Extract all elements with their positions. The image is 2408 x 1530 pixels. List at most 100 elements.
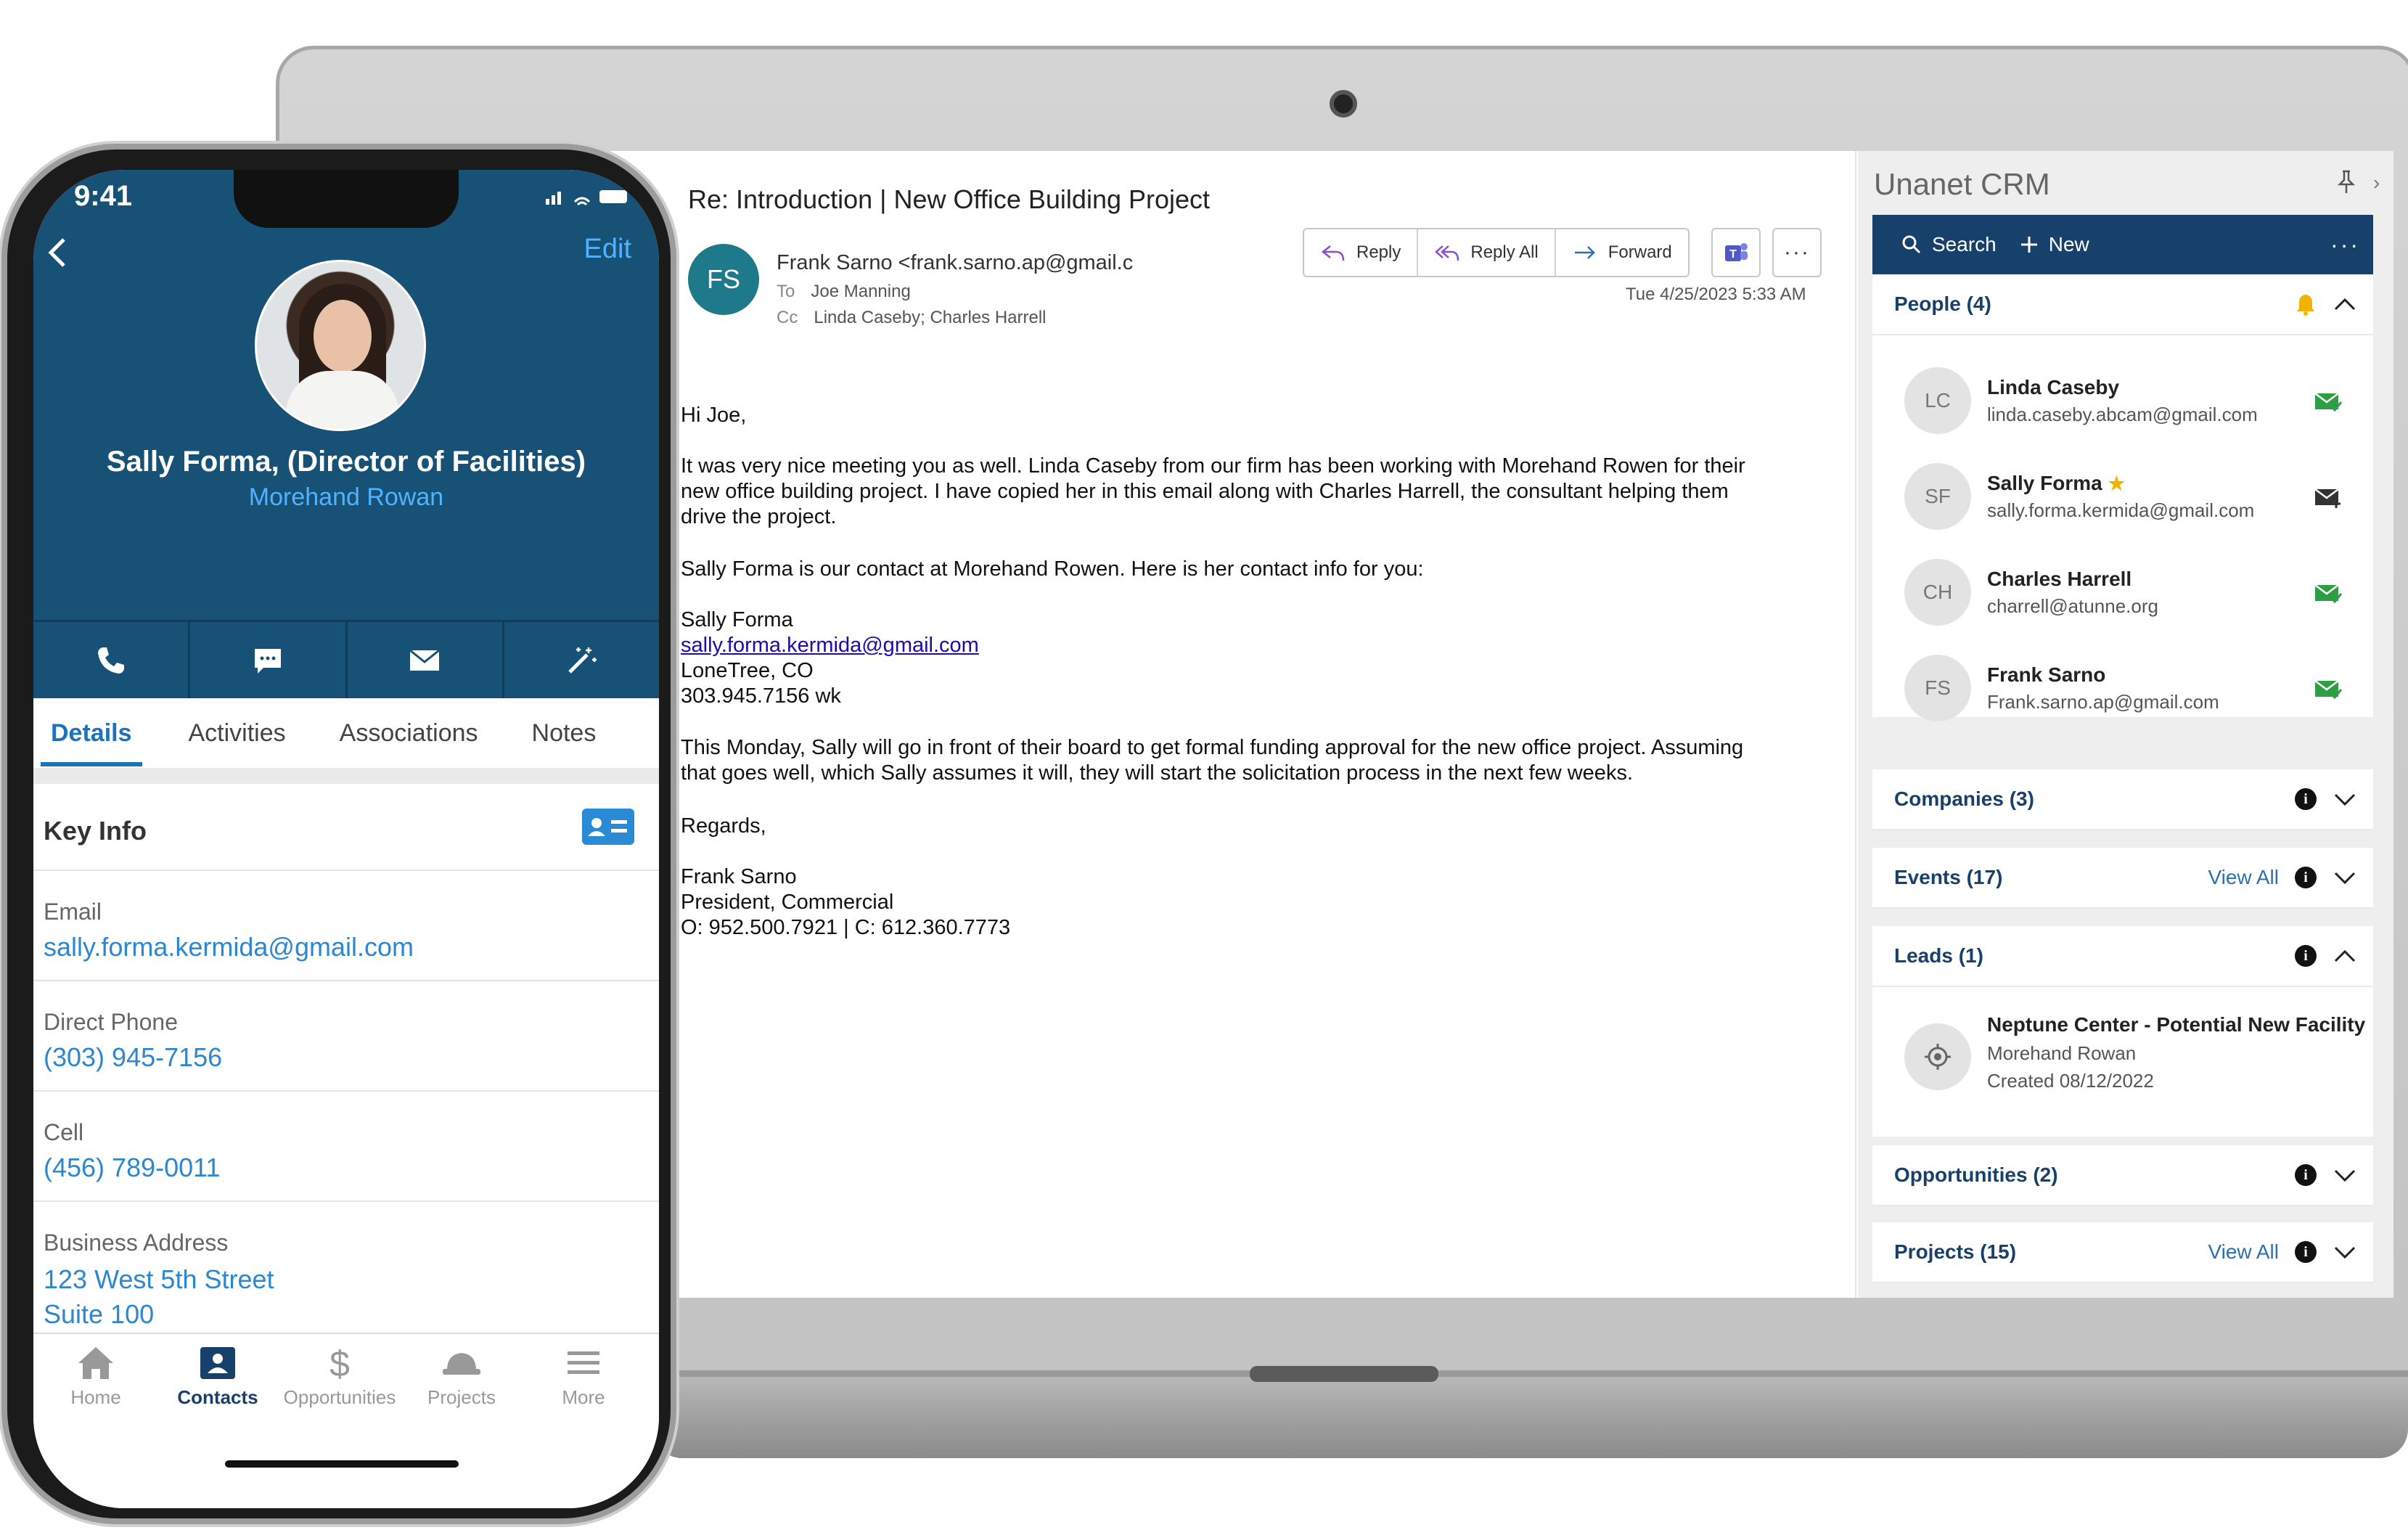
magic-wand-icon: [568, 647, 597, 674]
crm-panel: Unanet CRM › Search New ··· People (4) L…: [1858, 151, 2393, 1298]
direct-phone-value[interactable]: (303) 945-7156: [44, 1042, 222, 1073]
cell-value[interactable]: (456) 789-0011: [44, 1153, 221, 1183]
more-actions-button[interactable]: ···: [1772, 228, 1822, 277]
cc-label: Cc: [777, 308, 798, 327]
person-email: charrell@atunne.org: [1987, 595, 2158, 617]
companies-header[interactable]: Companies (3) i: [1872, 769, 2373, 830]
info-icon[interactable]: i: [2295, 1241, 2317, 1263]
person-row[interactable]: SF Sally Forma ★ sally.forma.kermida@gmai…: [1872, 446, 2373, 541]
email-sender[interactable]: Frank Sarno <frank.sarno.ap@gmail.c: [777, 251, 1154, 275]
call-button[interactable]: [33, 622, 191, 698]
tabbar-opportunities[interactable]: $ Opportunities: [279, 1344, 401, 1409]
business-address-line1[interactable]: 123 West 5th Street: [44, 1264, 274, 1295]
star-icon: ★: [2108, 472, 2126, 494]
chevron-down-icon[interactable]: [2333, 1244, 2357, 1260]
crm-more-icon[interactable]: ···: [2330, 232, 2360, 258]
chevron-up-icon[interactable]: [2333, 948, 2357, 964]
business-address-line2[interactable]: Suite 100: [44, 1299, 154, 1330]
lead-row[interactable]: Neptune Center - Potential New Facility …: [1872, 987, 2373, 1132]
chevron-down-icon[interactable]: [2333, 791, 2357, 807]
info-icon[interactable]: i: [2295, 945, 2317, 967]
svg-text:T: T: [1729, 248, 1737, 261]
message-button[interactable]: [190, 622, 348, 698]
avatar: CH: [1904, 559, 1971, 626]
email-button[interactable]: [348, 622, 504, 698]
person-row[interactable]: LC Linda Caseby linda.caseby.abcam@gmail…: [1872, 350, 2373, 446]
person-row[interactable]: CH Charles Harrell charrell@atunne.org: [1872, 541, 2373, 637]
email-body-line: that goes well, which Sally assumes it w…: [681, 761, 1633, 785]
tab-associations[interactable]: Associations: [329, 719, 488, 748]
crm-search-button[interactable]: Search: [1901, 233, 1997, 256]
lead-company: Morehand Rowan: [1987, 1042, 2137, 1064]
back-chevron-icon[interactable]: [46, 235, 68, 270]
cc-recipients[interactable]: Linda Caseby; Charles Harrell: [814, 308, 1046, 327]
opportunities-header[interactable]: Opportunities (2) i: [1872, 1145, 2373, 1206]
email-add-icon[interactable]: [2314, 486, 2343, 508]
tabbar-contacts[interactable]: Contacts: [157, 1344, 279, 1409]
collapse-panel-icon[interactable]: ›: [2373, 171, 2380, 195]
chevron-up-icon[interactable]: [2333, 296, 2357, 312]
email-body-line: This Monday, Sally will go in front of t…: [681, 736, 1744, 759]
tab-details[interactable]: Details: [41, 719, 142, 766]
tabbar-label: Opportunities: [283, 1386, 396, 1408]
avatar: LC: [1904, 367, 1971, 434]
info-icon[interactable]: i: [2295, 867, 2317, 888]
leads-header[interactable]: Leads (1) i: [1872, 926, 2373, 987]
contact-company[interactable]: Morehand Rowan: [33, 483, 659, 512]
people-title: People (4): [1894, 292, 1991, 315]
person-row[interactable]: FS Frank Sarno Frank.sarno.ap@gmail.com: [1872, 637, 2373, 733]
email-synced-icon[interactable]: [2314, 390, 2343, 412]
crm-title: Unanet CRM: [1874, 167, 2050, 201]
info-icon[interactable]: i: [2295, 1164, 2317, 1186]
svg-text:$: $: [329, 1344, 350, 1382]
reply-all-label: Reply All: [1470, 242, 1539, 262]
tabbar-label: Home: [70, 1386, 121, 1408]
home-icon: [78, 1347, 113, 1379]
projects-view-all-link[interactable]: View All: [2208, 1240, 2279, 1264]
people-section: People (4) LC Linda Caseby linda.caseby.…: [1872, 274, 2373, 721]
laptop-screen: Re: Introduction | New Office Building P…: [595, 151, 2393, 1298]
email-synced-icon[interactable]: [2314, 678, 2343, 700]
info-icon[interactable]: i: [2295, 788, 2317, 810]
direct-phone-label: Direct Phone: [44, 1009, 178, 1035]
tabbar-label: More: [562, 1386, 605, 1408]
magic-button[interactable]: [504, 622, 659, 698]
tabbar-projects[interactable]: Projects: [401, 1344, 523, 1409]
email-signature-name: Frank Sarno: [681, 865, 797, 888]
email-reading-pane: Re: Introduction | New Office Building P…: [595, 151, 1856, 1298]
teams-icon: T: [1725, 243, 1748, 261]
bell-icon[interactable]: [2295, 292, 2317, 316]
divider: [33, 1200, 659, 1202]
email-synced-icon[interactable]: [2314, 582, 2343, 604]
email-contact-link[interactable]: sally.forma.kermida@gmail.com: [681, 634, 979, 658]
email-body-line: It was very nice meeting you as well. Li…: [681, 454, 1745, 478]
reply-button[interactable]: Reply: [1304, 229, 1419, 276]
home-indicator: [225, 1460, 459, 1468]
chevron-down-icon[interactable]: [2333, 870, 2357, 885]
reply-all-button[interactable]: Reply All: [1418, 229, 1556, 276]
teams-button[interactable]: T: [1711, 228, 1761, 277]
projects-header[interactable]: Projects (15) View All i: [1872, 1222, 2373, 1283]
edit-button[interactable]: Edit: [584, 234, 631, 265]
contact-card-icon[interactable]: [582, 809, 634, 845]
chevron-down-icon[interactable]: [2333, 1167, 2357, 1183]
tabbar-label: Contacts: [177, 1386, 258, 1408]
crm-new-button[interactable]: New: [2020, 233, 2089, 256]
reply-all-icon: [1435, 245, 1459, 261]
to-recipient[interactable]: Joe Manning: [811, 282, 910, 301]
tab-activities[interactable]: Activities: [179, 719, 296, 748]
forward-button[interactable]: Forward: [1556, 229, 1688, 276]
contact-photo: [255, 260, 426, 431]
contact-tabs: Details Activities Associations Notes: [33, 698, 659, 768]
email-cc-line: Cc Linda Caseby; Charles Harrell: [777, 308, 1047, 328]
tab-notes[interactable]: Notes: [522, 719, 607, 748]
events-view-all-link[interactable]: View All: [2208, 866, 2279, 889]
tabbar-home[interactable]: Home: [35, 1344, 157, 1409]
events-header[interactable]: Events (17) View All i: [1872, 848, 2373, 909]
people-header[interactable]: People (4): [1872, 274, 2373, 335]
email-value[interactable]: sally.forma.kermida@gmail.com: [44, 932, 414, 962]
leads-section: Leads (1) i Neptune Center - Potential N…: [1872, 926, 2373, 1137]
pin-icon[interactable]: [2337, 170, 2356, 200]
tabbar-more[interactable]: More: [523, 1344, 644, 1409]
email-body-line: Sally Forma is our contact at Morehand R…: [681, 557, 1424, 581]
